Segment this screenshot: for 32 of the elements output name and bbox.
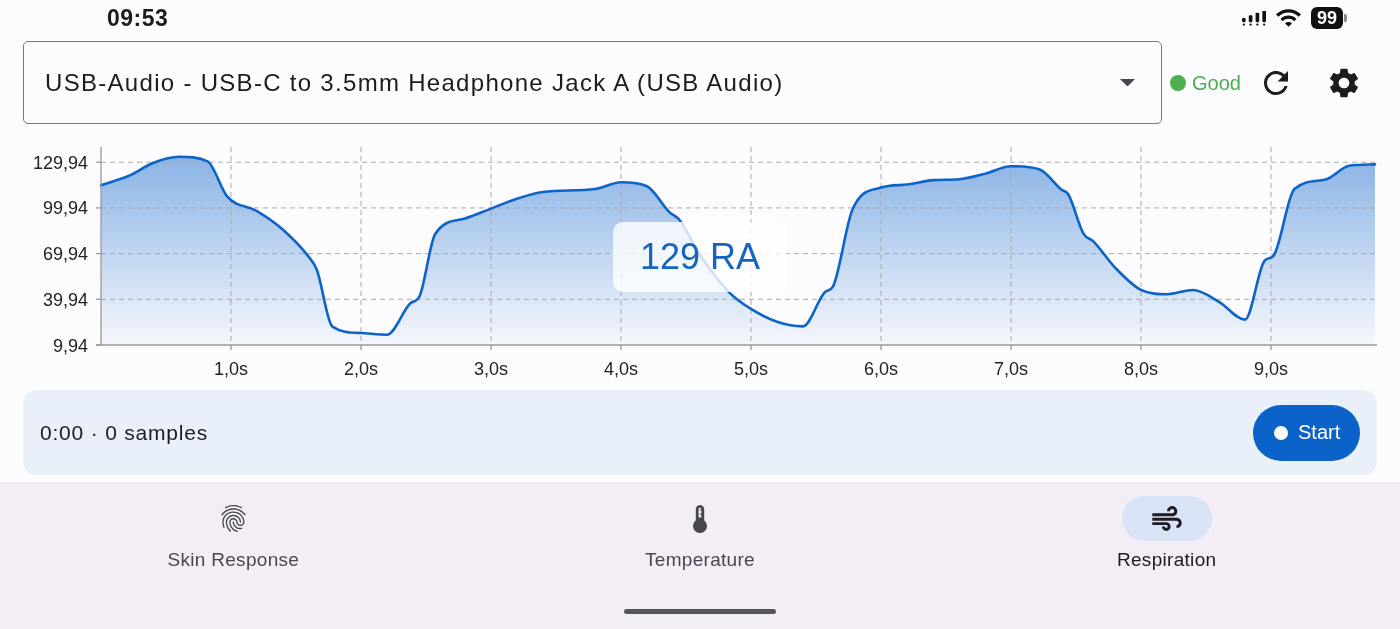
x-axis-tick-label: 7,0s [994,359,1028,379]
signal-icon [1241,10,1266,26]
fingerprint-icon [220,505,246,532]
thermometer-icon [693,504,707,533]
current-value-readout: 129 RA [613,222,787,292]
device-dropdown[interactable]: USB-Audio - USB-C to 3.5mm Headphone Jack A (USB Audio) [23,41,1162,124]
wifi-icon [1275,9,1301,27]
nav-tab[interactable]: Temperature [645,496,755,571]
y-axis-tick-label: 129,94 [32,152,88,173]
y-axis-tick-label: 69,94 [42,244,88,265]
start-button[interactable]: Start [1253,404,1360,461]
recording-summary: 0:00 · 0 samples [40,420,209,445]
nav-tab[interactable]: Skin Response [167,496,300,571]
x-axis-tick-label: 2,0s [344,359,378,379]
refresh-icon [1263,70,1288,95]
x-axis-tick-label: 4,0s [604,359,638,379]
signal-quality-label: Good [1192,70,1241,95]
settings-icon [1329,67,1358,98]
x-axis-tick-label: 8,0s [1124,359,1158,379]
record-dot-icon [1274,425,1288,440]
x-axis-tick-label: 5,0s [734,359,768,379]
y-axis-tick-label: 9,94 [52,335,88,356]
x-axis-tick-label: 6,0s [864,359,898,379]
battery-indicator: 99 [1310,7,1347,29]
y-axis-tick-label: 39,94 [42,289,88,310]
caret-icon [1120,78,1135,87]
y-axis-tick-label: 99,94 [42,198,88,219]
x-axis-tick-label: 1,0s [214,359,248,379]
x-axis-tick-label: 9,0s [1254,359,1288,379]
wind-icon [1151,506,1182,531]
clock-time: 09:53 [107,5,169,31]
x-axis-tick-label: 3,0s [474,359,508,379]
